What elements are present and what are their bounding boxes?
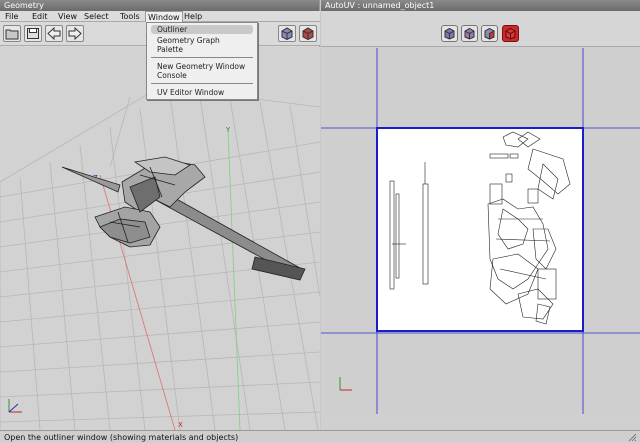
window-menu-dropdown: Outliner Geometry Graph Palette New Geom… (146, 22, 258, 100)
save-icon (27, 28, 39, 39)
cube-purple-icon (464, 27, 475, 40)
menubar: File Edit View Select Tools Window Help (0, 11, 320, 23)
menu-separator (151, 57, 253, 58)
menu-tools[interactable]: Tools (118, 11, 142, 22)
status-text: Open the outliner window (showing materi… (4, 433, 239, 442)
menu-separator (151, 83, 253, 84)
menu-item-console[interactable]: Console (157, 71, 187, 80)
uv-unit-square (376, 127, 584, 332)
statusbar: Open the outliner window (showing materi… (0, 430, 640, 443)
y-axis-label: Y (225, 126, 231, 134)
menu-item-uv-editor-window[interactable]: UV Editor Window (157, 88, 224, 97)
arrow-right-icon (68, 27, 82, 40)
uv-canvas[interactable] (321, 48, 640, 414)
axe-model (61, 156, 306, 281)
cube-view-icon (281, 27, 293, 40)
back-button[interactable] (45, 25, 63, 42)
open-button[interactable] (3, 25, 21, 42)
menu-select[interactable]: Select (82, 11, 111, 22)
cube-red-faces-icon (302, 27, 314, 40)
arrow-left-icon (47, 27, 61, 40)
menu-help[interactable]: Help (182, 11, 204, 22)
uv-mode-button-1[interactable] (441, 25, 458, 42)
3d-viewport[interactable]: Y Z X (0, 47, 320, 430)
menu-view[interactable]: View (56, 11, 79, 22)
autouv-window-title: AutoUV : unnamed_object1 (321, 0, 640, 11)
cube-blue-icon (444, 27, 455, 40)
face-mode-button[interactable] (299, 25, 317, 42)
3d-scene: Y Z X (0, 86, 320, 430)
menu-item-new-geometry-window[interactable]: New Geometry Window (157, 62, 245, 71)
geometry-window-title: Geometry (0, 0, 319, 11)
menu-item-outliner[interactable]: Outliner (151, 25, 253, 34)
autouv-window: AutoUV : unnamed_object1 (321, 0, 640, 430)
menu-item-palette[interactable]: Palette (157, 45, 183, 54)
cube-red-solid-icon (505, 27, 516, 40)
view-mode-button[interactable] (278, 25, 296, 42)
autouv-toolbar (321, 11, 640, 47)
uv-mode-button-4[interactable] (502, 25, 519, 42)
save-button[interactable] (24, 25, 42, 42)
uv-mode-button-3[interactable] (481, 25, 498, 42)
geometry-window: Geometry File Edit View Select Tools Win… (0, 0, 320, 430)
x-axis-label: X (178, 421, 183, 429)
uv-islands (389, 131, 571, 325)
resize-grip-icon[interactable] (627, 432, 637, 442)
uv-mode-button-2[interactable] (461, 25, 478, 42)
menu-file[interactable]: File (3, 11, 20, 22)
menu-edit[interactable]: Edit (30, 11, 50, 22)
uv-axis-gizmo-icon (339, 377, 352, 391)
axis-gizmo-icon (8, 399, 22, 413)
folder-icon (5, 29, 19, 40)
forward-button[interactable] (66, 25, 84, 42)
y-axis-line (227, 128, 241, 430)
cube-red-faces-icon (484, 27, 495, 40)
menu-item-geometry-graph[interactable]: Geometry Graph (157, 36, 220, 45)
